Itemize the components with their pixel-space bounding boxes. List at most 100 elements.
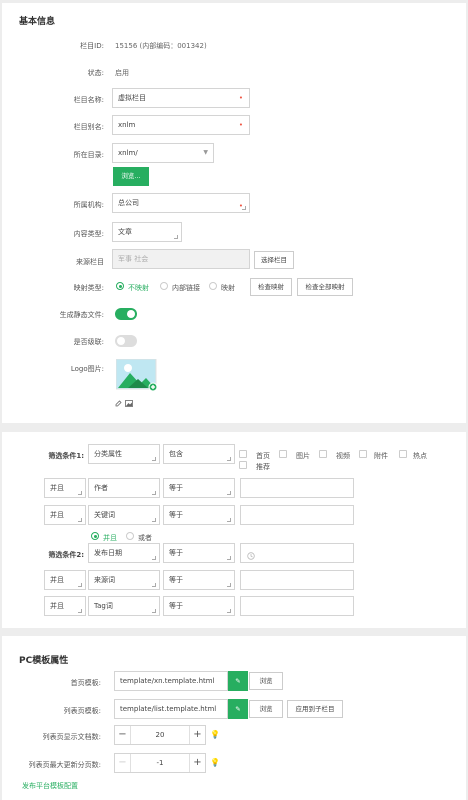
home-template-browse-button[interactable]: 浏览 bbox=[249, 672, 283, 690]
checkbox-home-label: 首页 bbox=[256, 452, 270, 460]
logic-select[interactable]: 并且 bbox=[44, 478, 86, 498]
field-value: 来源词 bbox=[94, 576, 115, 584]
resize-corner-icon bbox=[227, 518, 231, 522]
join-radio-or[interactable] bbox=[126, 532, 134, 540]
image-icon[interactable] bbox=[125, 400, 133, 407]
list-template-input[interactable]: template/list.template.html bbox=[114, 699, 228, 719]
logic-select[interactable]: 并且 bbox=[44, 570, 86, 590]
resize-corner-icon bbox=[227, 457, 231, 461]
op-value: 等于 bbox=[169, 602, 183, 610]
id-label: 栏目ID: bbox=[80, 42, 104, 50]
check-map-button[interactable]: 检查映射 bbox=[250, 278, 292, 296]
cond1-op-value: 包含 bbox=[169, 450, 183, 458]
dir-select[interactable]: xnlm/ ▼ bbox=[112, 143, 214, 163]
op-select[interactable]: 等于 bbox=[163, 596, 235, 616]
map-radio-internal[interactable] bbox=[160, 282, 168, 290]
cond2-op-value: 等于 bbox=[169, 549, 183, 557]
alias-input-value: xnlm bbox=[118, 121, 136, 129]
field-value: 作者 bbox=[94, 484, 108, 492]
op-value: 等于 bbox=[169, 576, 183, 584]
plus-icon[interactable]: + bbox=[189, 754, 205, 772]
list-template-label: 列表页模板: bbox=[63, 707, 101, 715]
max-page-stepper[interactable]: − -1 + bbox=[114, 753, 206, 773]
plus-icon[interactable]: + bbox=[189, 726, 205, 744]
cond2-field-select[interactable]: 发布日期 bbox=[88, 543, 160, 563]
field-select[interactable]: Tag词 bbox=[88, 596, 160, 616]
date-input[interactable] bbox=[240, 543, 354, 563]
logo-placeholder-image bbox=[115, 358, 158, 392]
edit-icon[interactable] bbox=[115, 400, 122, 407]
alias-input[interactable]: xnlm • bbox=[112, 115, 250, 135]
cond1-label: 筛选条件1: bbox=[48, 452, 84, 460]
checkbox-video[interactable] bbox=[319, 450, 327, 458]
checkbox-recommend[interactable] bbox=[239, 461, 247, 469]
static-file-toggle[interactable] bbox=[115, 308, 137, 320]
map-radio-none[interactable] bbox=[116, 282, 124, 290]
value-input[interactable] bbox=[240, 596, 354, 616]
minus-icon[interactable]: − bbox=[115, 754, 131, 772]
apply-child-button[interactable]: 应用到子栏目 bbox=[287, 700, 343, 718]
name-label: 栏目名称: bbox=[73, 96, 104, 104]
source-input[interactable]: 军事 社会 bbox=[112, 249, 250, 269]
required-mark: • bbox=[238, 94, 243, 102]
map-radio-map[interactable] bbox=[209, 282, 217, 290]
logic-value: 并且 bbox=[50, 602, 64, 610]
field-value: Tag词 bbox=[94, 602, 113, 610]
logic-value: 并且 bbox=[50, 511, 64, 519]
field-value: 关键词 bbox=[94, 511, 115, 519]
logic-select[interactable]: 并且 bbox=[44, 596, 86, 616]
home-template-input[interactable]: template/xn.template.html bbox=[114, 671, 228, 691]
minus-icon[interactable]: − bbox=[115, 726, 131, 744]
select-column-button[interactable]: 选择栏目 bbox=[254, 251, 294, 269]
resize-corner-icon bbox=[78, 518, 82, 522]
checkbox-attachment[interactable] bbox=[359, 450, 367, 458]
checkbox-home[interactable] bbox=[239, 450, 247, 458]
resize-corner-icon bbox=[78, 583, 82, 587]
cond1-op-select[interactable]: 包含 bbox=[163, 444, 235, 464]
list-template-browse-button[interactable]: 浏览 bbox=[249, 700, 283, 718]
checkbox-video-label: 视频 bbox=[336, 452, 350, 460]
cond2-field-value: 发布日期 bbox=[94, 549, 122, 557]
list-count-stepper[interactable]: − 20 + bbox=[114, 725, 206, 745]
check-all-map-button[interactable]: 检查全部映射 bbox=[297, 278, 353, 296]
max-page-label: 列表页最大更新分页数: bbox=[28, 761, 101, 769]
resize-corner-icon bbox=[78, 609, 82, 613]
field-select[interactable]: 来源词 bbox=[88, 570, 160, 590]
list-template-edit-button[interactable]: ✎ bbox=[228, 699, 248, 719]
op-select[interactable]: 等于 bbox=[163, 478, 235, 498]
value-input[interactable] bbox=[240, 505, 354, 525]
dir-select-value: xnlm/ bbox=[118, 149, 138, 157]
org-select[interactable]: 总公司 • bbox=[112, 193, 250, 213]
checkbox-image[interactable] bbox=[279, 450, 287, 458]
cond1-field-select[interactable]: 分类属性 bbox=[88, 444, 160, 464]
cond2-op-select[interactable]: 等于 bbox=[163, 543, 235, 563]
content-type-select[interactable]: 文章 bbox=[112, 222, 182, 242]
join-radio-and[interactable] bbox=[91, 532, 99, 540]
value-input[interactable] bbox=[240, 570, 354, 590]
op-select[interactable]: 等于 bbox=[163, 505, 235, 525]
resize-corner-icon bbox=[152, 556, 156, 560]
type-label: 内容类型: bbox=[73, 230, 104, 238]
checkbox-attachment-label: 附件 bbox=[374, 452, 388, 460]
pc-template-title: PC模板属性 bbox=[19, 656, 69, 666]
field-select[interactable]: 作者 bbox=[88, 478, 160, 498]
basic-info-panel: 基本信息 栏目ID: 15156 (内部编码：001342) 状态: 启用 栏目… bbox=[2, 3, 466, 423]
logo-image[interactable] bbox=[115, 358, 158, 392]
browse-dir-button[interactable]: 浏览... bbox=[113, 167, 149, 186]
checkbox-hot[interactable] bbox=[399, 450, 407, 458]
join-option-and: 并且 bbox=[103, 534, 117, 542]
value-input[interactable] bbox=[240, 478, 354, 498]
home-template-edit-button[interactable]: ✎ bbox=[228, 671, 248, 691]
list-template-value: template/list.template.html bbox=[120, 705, 217, 713]
lightbulb-icon: 💡 bbox=[210, 758, 220, 767]
op-select[interactable]: 等于 bbox=[163, 570, 235, 590]
cascade-toggle[interactable] bbox=[115, 335, 137, 347]
resize-corner-icon bbox=[242, 206, 246, 210]
status-value: 启用 bbox=[115, 69, 129, 77]
lightbulb-icon: 💡 bbox=[210, 730, 220, 739]
publish-template-config-link[interactable]: 发布平台模板配置 bbox=[22, 781, 78, 791]
field-select[interactable]: 关键词 bbox=[88, 505, 160, 525]
org-label: 所属机构: bbox=[73, 201, 104, 209]
logic-select[interactable]: 并且 bbox=[44, 505, 86, 525]
name-input[interactable]: 虚拟栏目 • bbox=[112, 88, 250, 108]
